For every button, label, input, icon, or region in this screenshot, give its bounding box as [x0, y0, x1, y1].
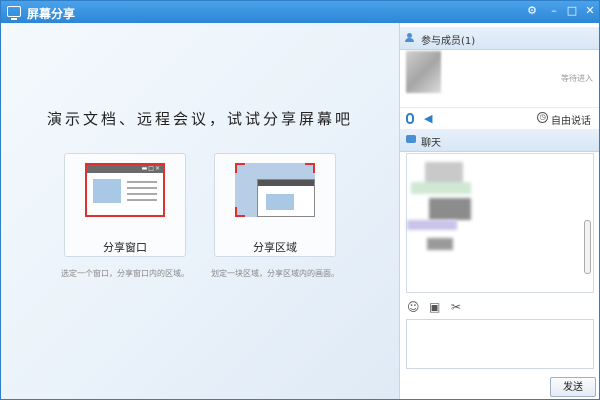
members-header: 参与成员(1) [400, 27, 599, 50]
member-avatar[interactable] [406, 51, 441, 93]
scissors-icon[interactable]: ✂ [451, 300, 461, 314]
screen-share-window: 屏幕分享 ⚙ – □ ✕ 演示文档、远程会议，试试分享屏幕吧 ▬□× 分享窗口 … [0, 0, 600, 400]
minimize-button[interactable]: – [545, 3, 563, 19]
share-window-button[interactable]: ▬□× 分享窗口 [64, 153, 186, 257]
microphone-icon[interactable] [406, 113, 414, 124]
share-window-label: 分享窗口 [103, 241, 147, 254]
emoji-icon[interactable]: ☺ [407, 300, 420, 314]
send-button[interactable]: 发送 [550, 377, 596, 397]
chat-input[interactable] [406, 319, 594, 369]
share-region-label: 分享区域 [253, 241, 297, 254]
scrollbar-thumb[interactable] [584, 220, 591, 274]
speaker-icon[interactable]: ◀ [424, 112, 432, 125]
maximize-button[interactable]: □ [563, 3, 581, 19]
chat-header-label: 聊天 [421, 138, 441, 149]
title-bar[interactable]: 屏幕分享 ⚙ – □ ✕ [1, 1, 599, 23]
screen-icon [7, 6, 21, 20]
blurred-message [429, 198, 471, 220]
sidebar: 参与成员(1) 等待进入 ◀ ◷ 自由说话 聊天 ☺ ▣ ✂ 发送 [399, 23, 599, 399]
share-region-description: 划定一块区域，分享区域内的画面。 [211, 269, 339, 278]
chat-history[interactable] [406, 153, 594, 293]
blurred-message [427, 238, 453, 250]
blurred-message [411, 182, 471, 194]
free-speak-label[interactable]: 自由说话 [551, 112, 591, 127]
slogan-text: 演示文档、远程会议，试试分享屏幕吧 [46, 110, 353, 128]
chat-header: 聊天 [400, 129, 599, 152]
region-illustration-icon [235, 163, 315, 217]
chat-scrollbar[interactable] [583, 158, 591, 288]
share-panel: 演示文档、远程会议，试试分享屏幕吧 ▬□× 分享窗口 选定一个窗口，分享窗口内的… [1, 23, 399, 399]
members-header-label: 参与成员(1) [421, 36, 476, 47]
blurred-message [407, 220, 457, 230]
share-region-button[interactable]: 分享区域 [214, 153, 336, 257]
window-title: 屏幕分享 [27, 7, 76, 21]
chat-bubble-icon [406, 135, 416, 143]
member-status: 等待进入 [561, 74, 593, 83]
share-window-description: 选定一个窗口，分享窗口内的区域。 [61, 269, 189, 278]
image-icon[interactable]: ▣ [429, 300, 440, 314]
window-illustration-icon: ▬□× [85, 163, 165, 217]
clock-icon[interactable]: ◷ [537, 112, 548, 123]
people-icon [405, 33, 414, 42]
settings-icon[interactable]: ⚙ [523, 3, 541, 19]
voice-control-bar: ◀ ◷ 自由说话 [400, 107, 599, 130]
close-button[interactable]: ✕ [581, 3, 599, 19]
chat-toolbar: ☺ ▣ ✂ [400, 298, 599, 318]
